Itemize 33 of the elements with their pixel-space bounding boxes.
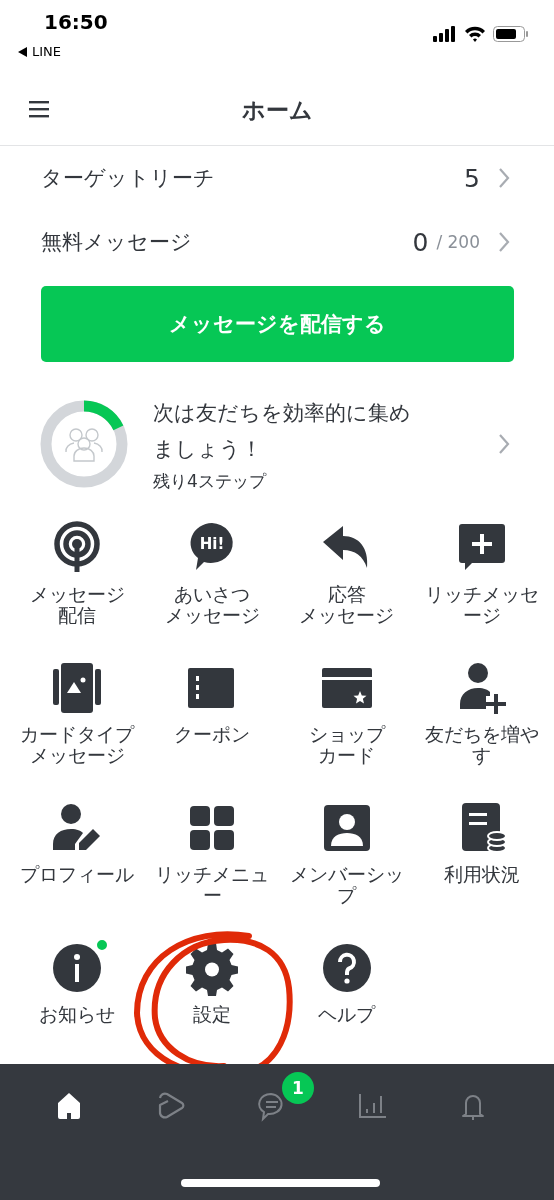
feature-label[interactable]: ヘルプ	[281, 1004, 412, 1025]
feature-label[interactable]: お知らせ	[12, 1004, 143, 1025]
feature-label[interactable]: 設定	[147, 1004, 278, 1025]
feature-label[interactable]: メンバーシッ プ	[281, 864, 412, 906]
count-badge: 1	[282, 1072, 314, 1104]
stat-value: 0	[412, 227, 429, 257]
feature-label[interactable]: あいさつ メッセージ	[147, 584, 278, 626]
stat-label: 無料メッセージ	[41, 229, 193, 256]
feature-label[interactable]: プロフィール	[12, 864, 143, 885]
progress-subtitle: 残り4ステップ	[153, 470, 268, 493]
page-title: ホーム	[241, 95, 313, 125]
back-app-label[interactable]: LINE	[32, 44, 61, 59]
feature-label[interactable]: カードタイプ メッセージ	[12, 724, 143, 766]
friends-icon	[64, 426, 104, 462]
feature-label[interactable]: リッチメニュ ー	[147, 864, 278, 906]
stat-label: ターゲットリーチ	[41, 165, 216, 192]
feature-label[interactable]: クーポン	[147, 724, 278, 745]
progress-title: 次は友だちを効率的に集めましょう！	[153, 400, 412, 463]
feature-label[interactable]: 友だちを増や す	[416, 724, 547, 766]
stat-total: / 200	[436, 232, 480, 252]
feature-label[interactable]: メッセージ 配信	[12, 584, 143, 626]
feature-label[interactable]: 利用状況	[416, 864, 547, 885]
feature-label[interactable]: 応答 メッセージ	[281, 584, 412, 626]
icon-text: Hi!	[199, 535, 225, 553]
signal-icon	[433, 26, 457, 42]
back-triangle-icon[interactable]	[18, 46, 27, 57]
battery-icon	[493, 26, 529, 42]
wifi-icon	[464, 26, 486, 42]
clock-time: 16:50	[44, 10, 108, 34]
feature-label[interactable]: ショップ カード	[281, 724, 412, 766]
stat-value: 5	[464, 163, 480, 193]
feature-label[interactable]: リッチメッセ ージ	[416, 584, 547, 626]
menu-icon[interactable]	[29, 100, 49, 118]
